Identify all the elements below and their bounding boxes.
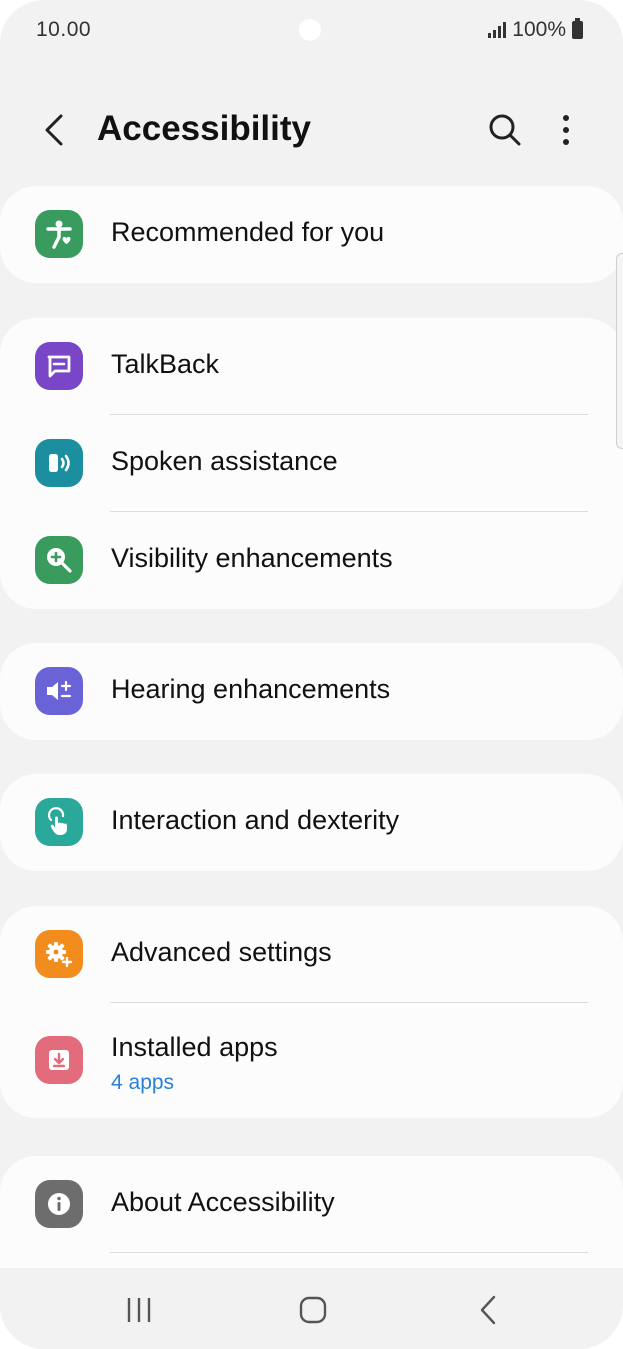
back-arrow-icon bbox=[45, 114, 63, 146]
menu-item-hearing-enhancements[interactable]: Hearing enhancements bbox=[0, 643, 623, 740]
menu-item-talkback[interactable]: TalkBack bbox=[0, 318, 623, 415]
info-icon bbox=[35, 1180, 83, 1228]
settings-group-about: About Accessibility bbox=[0, 1156, 623, 1268]
front-camera bbox=[299, 19, 321, 41]
menu-item-label: Recommended for you bbox=[111, 217, 385, 247]
navigation-bar bbox=[0, 1268, 623, 1349]
menu-item-interaction-and-dexterity[interactable]: Interaction and dexterity bbox=[0, 774, 623, 871]
recent-apps-icon bbox=[127, 1298, 151, 1322]
home-icon bbox=[299, 1296, 327, 1324]
battery-icon bbox=[572, 18, 583, 39]
accessibility-person-icon bbox=[35, 210, 83, 258]
settings-group-advanced: Advanced settings Installed apps 4 apps bbox=[0, 906, 623, 1118]
menu-item-about-accessibility[interactable]: About Accessibility bbox=[0, 1156, 623, 1253]
download-icon bbox=[35, 1036, 83, 1084]
settings-group-interaction: Interaction and dexterity bbox=[0, 774, 623, 871]
divider bbox=[110, 1252, 588, 1253]
magnifier-plus-icon bbox=[35, 536, 83, 584]
menu-item-label: Interaction and dexterity bbox=[111, 805, 400, 835]
settings-group-vision: TalkBack Spoken assistance Visibility en… bbox=[0, 318, 623, 609]
menu-item-sublabel: 4 apps bbox=[111, 1071, 175, 1094]
touch-hand-icon bbox=[35, 798, 83, 846]
hearing-icon bbox=[35, 667, 83, 715]
search-icon bbox=[489, 114, 521, 146]
search-button[interactable] bbox=[482, 107, 528, 153]
settings-group-recommended: Recommended for you bbox=[0, 186, 623, 283]
more-options-button[interactable] bbox=[546, 107, 586, 153]
scrollbar[interactable] bbox=[616, 253, 623, 449]
home-button[interactable] bbox=[283, 1286, 343, 1334]
menu-item-installed-apps[interactable]: Installed apps 4 apps bbox=[0, 1003, 623, 1118]
menu-item-label: Installed apps bbox=[111, 1032, 278, 1062]
menu-item-label: Spoken assistance bbox=[111, 446, 338, 476]
menu-item-label: Hearing enhancements bbox=[111, 674, 391, 704]
menu-item-label: About Accessibility bbox=[111, 1187, 335, 1217]
menu-item-label: Visibility enhancements bbox=[111, 543, 393, 573]
settings-group-hearing: Hearing enhancements bbox=[0, 643, 623, 740]
menu-item-visibility-enhancements[interactable]: Visibility enhancements bbox=[0, 512, 623, 609]
menu-item-label: TalkBack bbox=[111, 349, 220, 379]
recent-apps-button[interactable] bbox=[109, 1286, 169, 1334]
menu-item-advanced-settings[interactable]: Advanced settings bbox=[0, 906, 623, 1003]
status-bar: 10.00 100% bbox=[0, 0, 623, 60]
signal-icon bbox=[488, 22, 507, 38]
nav-back-button[interactable] bbox=[458, 1286, 518, 1334]
menu-item-label: Advanced settings bbox=[111, 937, 332, 967]
status-time: 10.00 bbox=[36, 18, 92, 41]
app-bar: Accessibility bbox=[0, 95, 623, 167]
phone-screen: 10.00 100% Accessibility Recommended for… bbox=[0, 0, 623, 1349]
page-title: Accessibility bbox=[97, 109, 311, 148]
spoken-assistance-icon bbox=[35, 439, 83, 487]
menu-item-spoken-assistance[interactable]: Spoken assistance bbox=[0, 415, 623, 512]
more-options-icon bbox=[563, 115, 569, 145]
battery-percentage: 100% bbox=[512, 18, 566, 41]
status-indicators: 100% bbox=[488, 18, 583, 42]
menu-item-recommended-for-you[interactable]: Recommended for you bbox=[0, 186, 623, 283]
back-icon bbox=[480, 1295, 496, 1325]
back-button[interactable] bbox=[32, 105, 76, 155]
talkback-icon bbox=[35, 342, 83, 390]
gear-plus-icon bbox=[35, 930, 83, 978]
